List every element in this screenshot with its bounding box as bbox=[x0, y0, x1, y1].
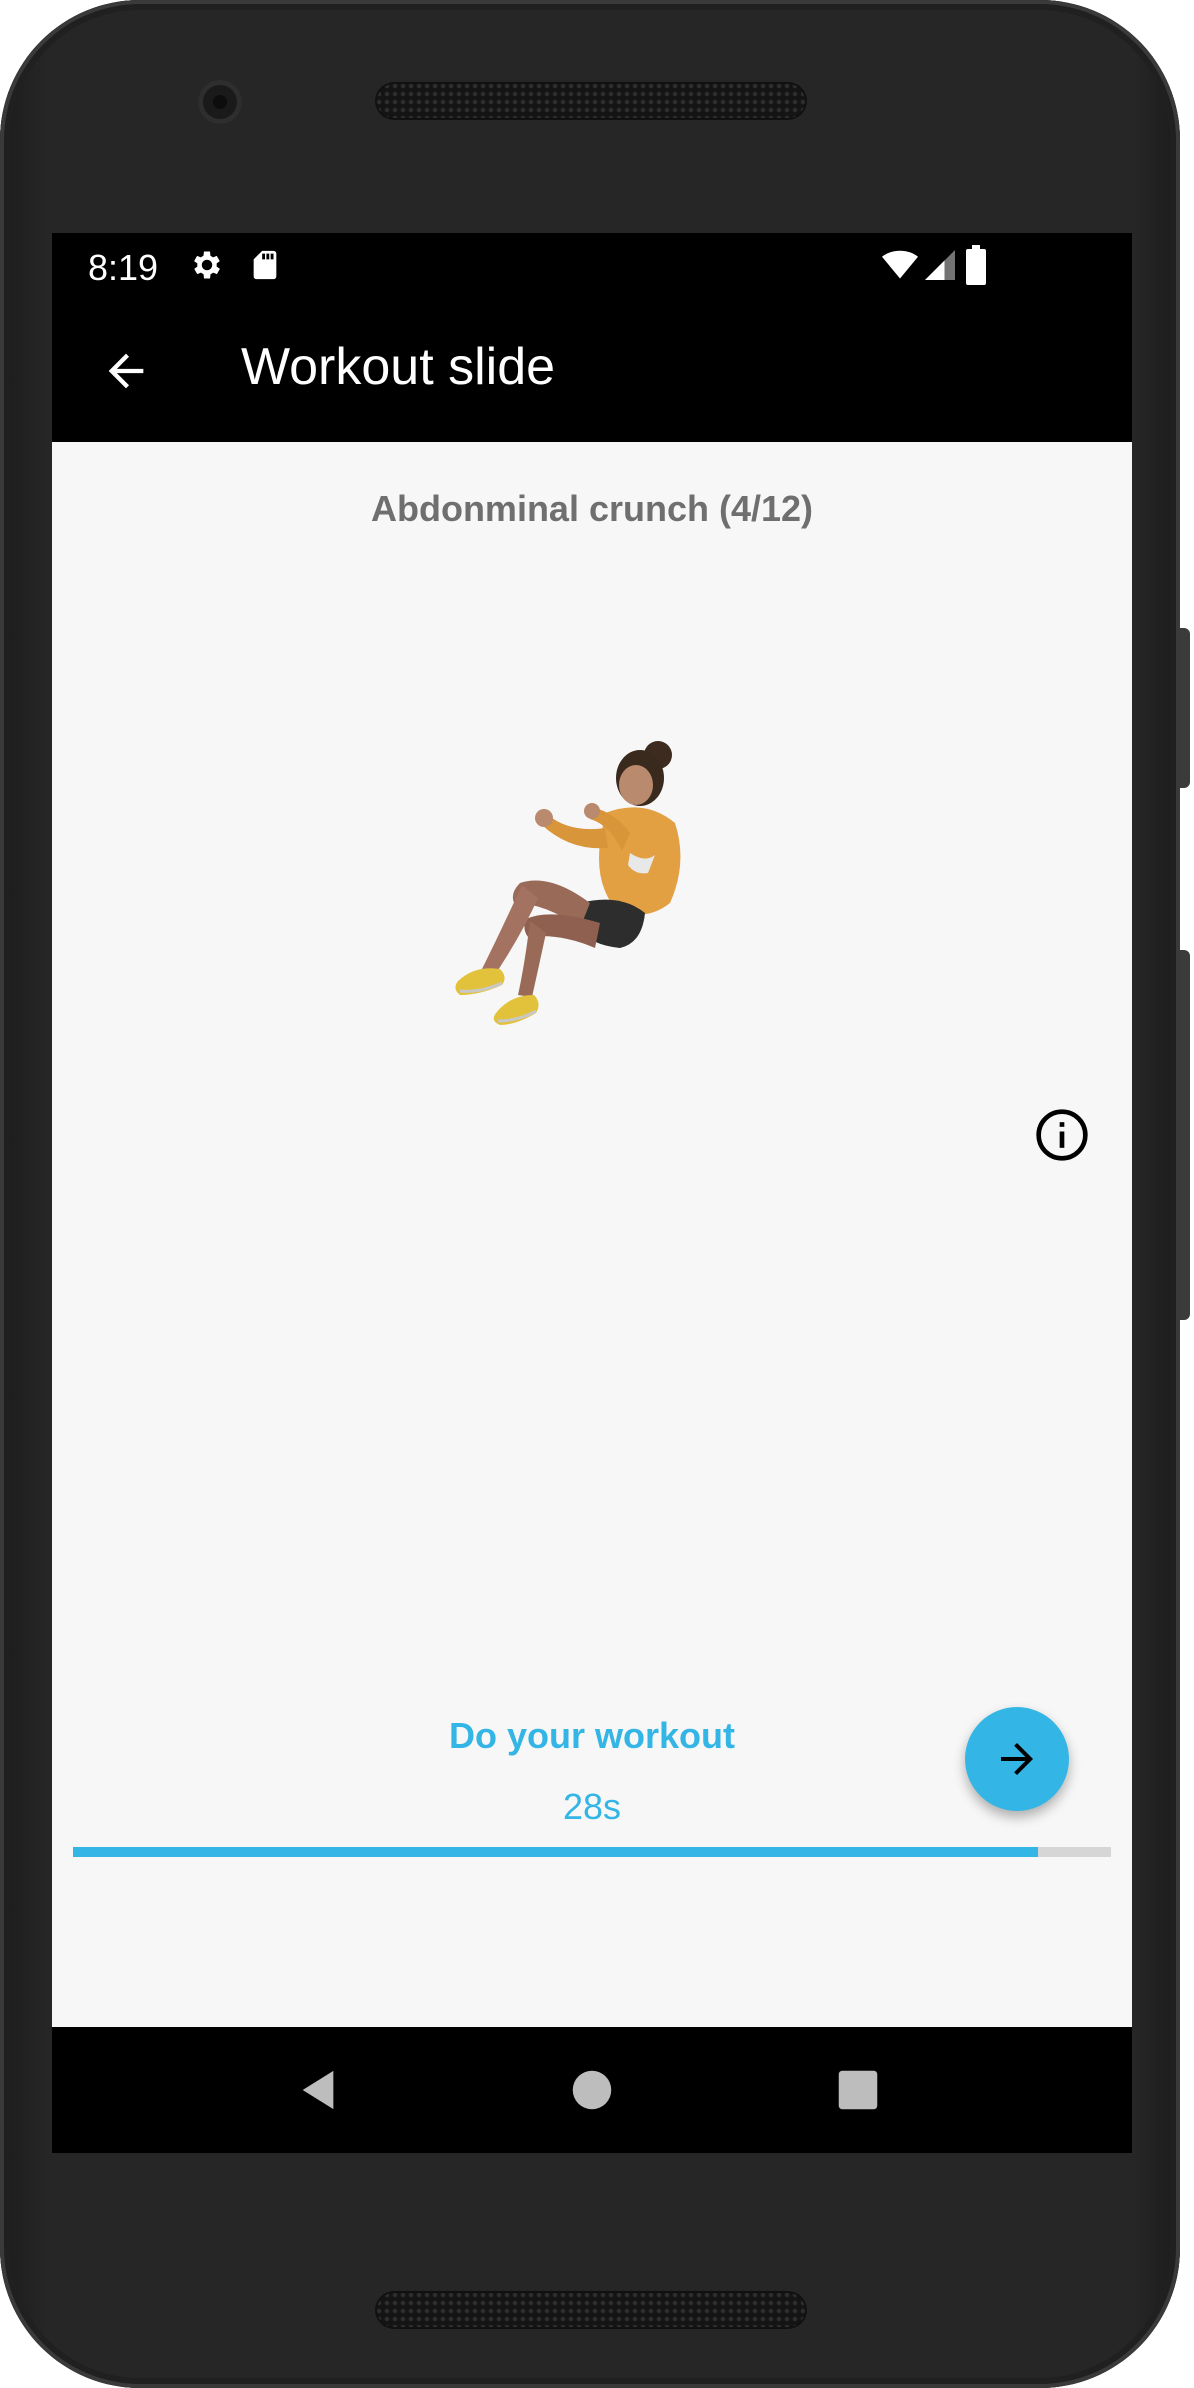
workout-progress-fill bbox=[73, 1847, 1039, 1857]
info-button[interactable] bbox=[1030, 1103, 1094, 1167]
timer-label: 28s bbox=[562, 1786, 622, 1827]
status-bar: 8:19 bbox=[52, 233, 1132, 297]
exercise-illustration bbox=[455, 741, 681, 1025]
nav-recents-button[interactable] bbox=[828, 2060, 888, 2120]
info-circle-icon bbox=[1036, 1109, 1088, 1161]
front-camera bbox=[198, 80, 242, 124]
page-title: Workout slide bbox=[241, 338, 556, 396]
phone-frame: 8:19 Workout slide Abdonminal crunch (4/… bbox=[0, 0, 1190, 2388]
battery-icon bbox=[966, 245, 986, 285]
power-button bbox=[1180, 628, 1190, 788]
top-speaker bbox=[375, 82, 807, 120]
wifi-icon bbox=[882, 250, 918, 279]
exercise-title: Abdonminal crunch (4/12) bbox=[370, 488, 814, 529]
arrow-back-icon bbox=[108, 353, 144, 389]
system-nav-bar bbox=[52, 2027, 1132, 2153]
home-circle-icon bbox=[572, 2070, 612, 2110]
screen: 8:19 Workout slide Abdonminal crunch (4/… bbox=[52, 233, 1132, 2153]
settings-icon bbox=[194, 251, 220, 279]
nav-back-button[interactable] bbox=[288, 2060, 348, 2120]
recents-square-icon bbox=[838, 2070, 878, 2110]
arrow-forward-icon bbox=[1001, 1743, 1033, 1775]
volume-button bbox=[1180, 950, 1190, 1320]
workout-progress-bar bbox=[73, 1847, 1111, 1857]
back-button[interactable] bbox=[88, 333, 164, 409]
back-triangle-icon bbox=[302, 2070, 334, 2110]
nav-home-button[interactable] bbox=[562, 2060, 622, 2120]
cell-signal-icon bbox=[925, 250, 955, 280]
sd-card-icon bbox=[253, 250, 277, 280]
next-exercise-button[interactable] bbox=[965, 1707, 1069, 1811]
app-bar: Workout slide bbox=[52, 297, 1132, 442]
bottom-speaker bbox=[375, 2291, 807, 2329]
status-time: 8:19 bbox=[88, 247, 159, 288]
